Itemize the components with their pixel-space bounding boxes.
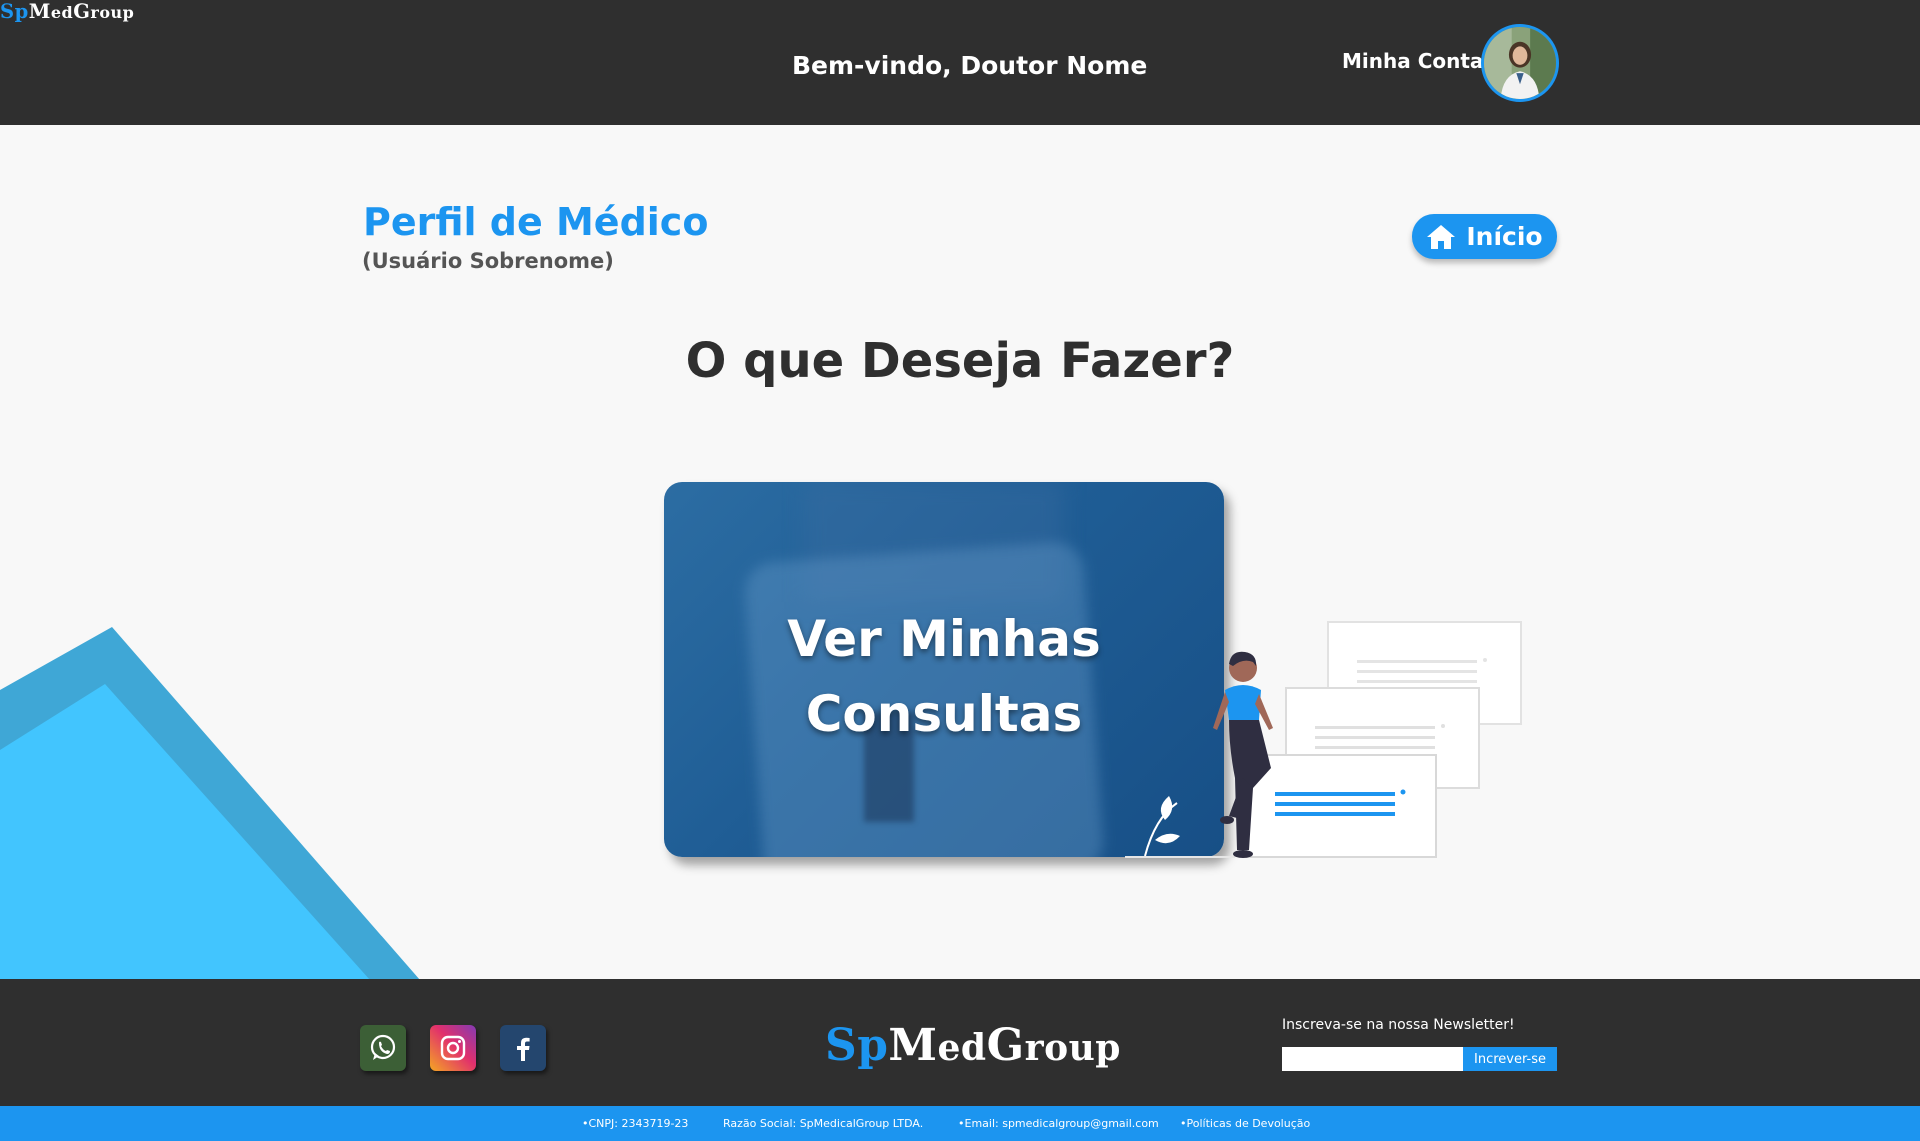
- instagram-button[interactable]: [430, 1025, 476, 1071]
- decorative-triangles: [0, 627, 420, 980]
- newsletter-email-input[interactable]: [1282, 1047, 1463, 1071]
- whatsapp-icon: [370, 1034, 396, 1060]
- logo-ed: ed: [50, 3, 74, 22]
- facebook-icon: [517, 1037, 530, 1061]
- profile-title: Perfil de Médico: [363, 200, 709, 244]
- logo-g: G: [73, 0, 91, 23]
- logo-g: G: [986, 1020, 1025, 1071]
- avatar-photo-icon: [1484, 27, 1556, 99]
- logo-sp: Sp: [825, 1020, 889, 1071]
- razao-social-text: Razão Social: SpMedicalGroup LTDA.: [723, 1117, 924, 1130]
- logo-m: M: [888, 1020, 938, 1071]
- logo-sp: Sp: [0, 0, 29, 23]
- page-question: O que Deseja Fazer?: [685, 333, 1235, 389]
- logo-roup: roup: [1024, 1027, 1121, 1069]
- home-icon: [1427, 224, 1456, 249]
- instagram-icon: [440, 1035, 466, 1061]
- profile-subtitle: (Usuário Sobrenome): [362, 249, 614, 273]
- cnpj-text: •CNPJ: 2343719-23: [582, 1117, 689, 1130]
- home-button[interactable]: Início: [1412, 214, 1557, 259]
- logo-roup: roup: [90, 3, 135, 22]
- account-link[interactable]: Minha Conta: [1342, 49, 1483, 73]
- footer-logo[interactable]: SpMedGroup: [825, 1020, 1121, 1071]
- documents-illustration: [1125, 621, 1522, 858]
- logo-ed: ed: [937, 1027, 987, 1069]
- avatar[interactable]: [1481, 24, 1559, 102]
- email-text[interactable]: •Email: spmedicalgroup@gmail.com: [958, 1117, 1159, 1130]
- welcome-text: Bem-vindo, Doutor Nome: [792, 51, 1148, 80]
- newsletter-subscribe-button[interactable]: Increver-se: [1463, 1047, 1557, 1071]
- return-policy-link[interactable]: •Políticas de Devolução: [1180, 1117, 1310, 1130]
- home-button-label: Início: [1466, 222, 1543, 251]
- newsletter-label: Inscreva-se na nossa Newsletter!: [1282, 1017, 1515, 1033]
- facebook-button[interactable]: [500, 1025, 546, 1071]
- header-logo[interactable]: SpMedGroup: [0, 0, 134, 23]
- logo-m: M: [28, 0, 51, 23]
- whatsapp-button[interactable]: [360, 1025, 406, 1071]
